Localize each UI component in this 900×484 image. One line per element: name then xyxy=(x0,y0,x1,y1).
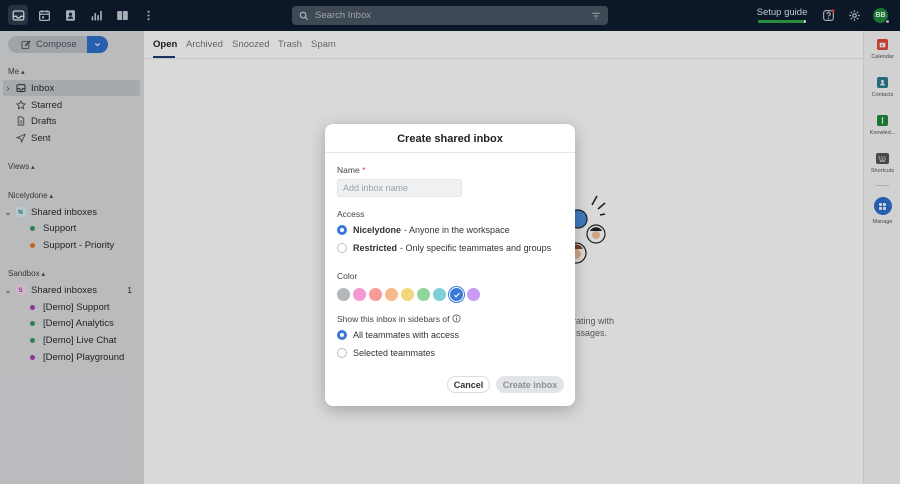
access-option-title: Nicelydone xyxy=(353,225,402,235)
radio-button[interactable] xyxy=(337,225,347,235)
color-swatch[interactable] xyxy=(369,288,382,301)
access-option-text: - Only specific teammates and groups xyxy=(400,243,552,253)
access-option-text: - Anyone in the workspace xyxy=(404,225,510,235)
color-swatch[interactable] xyxy=(417,288,430,301)
color-label: Color xyxy=(337,271,358,281)
color-swatch[interactable] xyxy=(353,288,366,301)
access-label: Access xyxy=(337,209,365,219)
sidebar-option-text: All teammates with access xyxy=(353,330,460,340)
info-icon[interactable] xyxy=(452,314,462,323)
sidebar-visibility-label: Show this inbox in sidebars of xyxy=(337,314,462,324)
sidebar-option-text: Selected teammates xyxy=(353,348,436,358)
color-swatch[interactable] xyxy=(449,287,464,302)
inbox-name-input[interactable] xyxy=(337,179,462,197)
color-swatch[interactable] xyxy=(401,288,414,301)
radio-button[interactable] xyxy=(337,330,347,340)
color-picker xyxy=(337,287,483,302)
radio-button[interactable] xyxy=(337,348,347,358)
access-option-workspace[interactable]: Nicelydone - Anyone in the workspace xyxy=(337,225,510,235)
color-swatch[interactable] xyxy=(385,288,398,301)
access-option-title: Restricted xyxy=(353,243,398,253)
color-swatch[interactable] xyxy=(337,288,350,301)
dialog-divider xyxy=(325,152,575,153)
create-inbox-button[interactable]: Create inbox xyxy=(496,376,564,393)
radio-button[interactable] xyxy=(337,243,347,253)
dialog-title: Create shared inbox xyxy=(397,133,503,145)
sidebar-option-all[interactable]: All teammates with access xyxy=(337,330,459,340)
checkmark-icon xyxy=(453,292,460,298)
color-swatch[interactable] xyxy=(433,288,446,301)
cancel-button[interactable]: Cancel xyxy=(447,376,490,393)
color-swatch[interactable] xyxy=(467,288,480,301)
access-option-restricted[interactable]: Restricted - Only specific teammates and… xyxy=(337,243,551,253)
name-label: Name * xyxy=(337,165,366,175)
required-mark: * xyxy=(362,165,366,175)
create-shared-inbox-dialog: Create shared inbox Name * Access Nicely… xyxy=(325,124,575,406)
sidebar-option-selected[interactable]: Selected teammates xyxy=(337,348,435,358)
